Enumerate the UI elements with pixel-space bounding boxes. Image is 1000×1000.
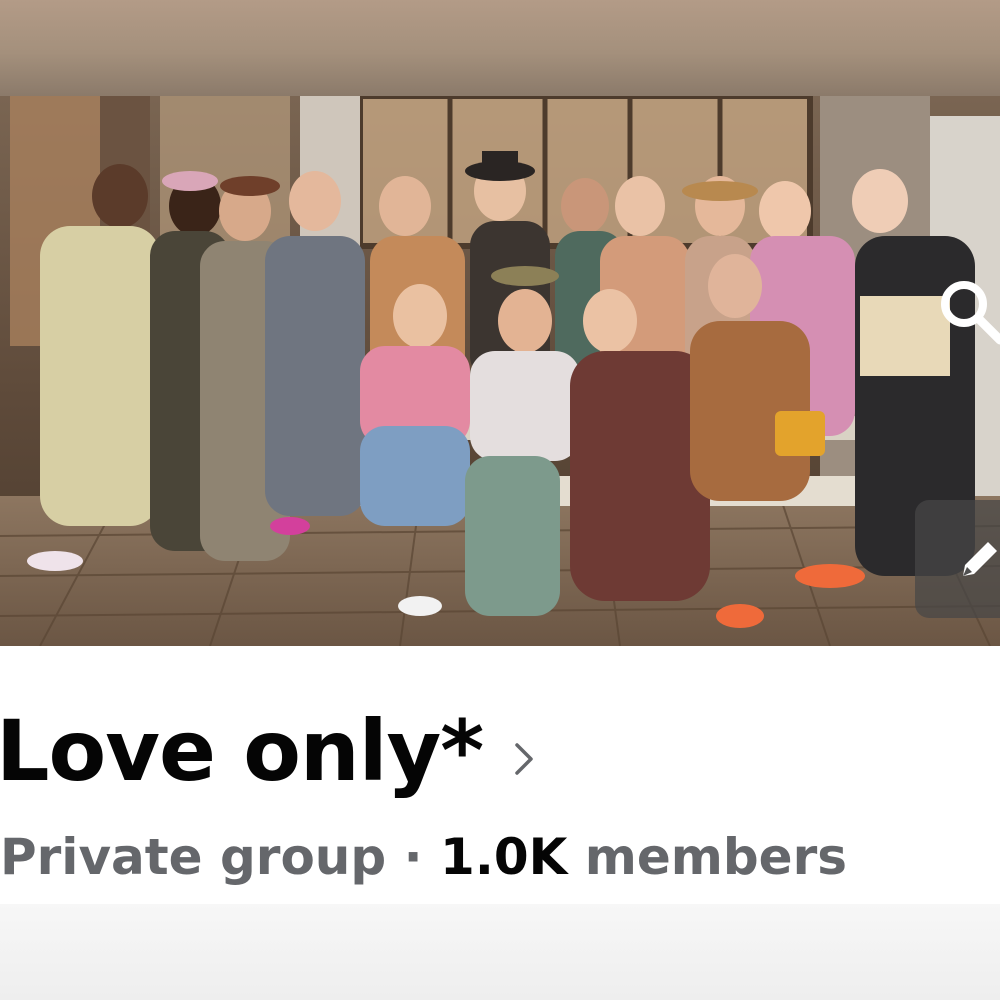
pencil-icon [963, 542, 997, 576]
members-label[interactable]: members [585, 828, 847, 886]
group-info: Love only* Private group · 1.0K members [0, 646, 1000, 904]
privacy-label: Private group [0, 828, 387, 886]
cover-photo[interactable] [0, 96, 1000, 646]
cover-photo-image [0, 96, 1000, 646]
chevron-right-icon [515, 743, 533, 775]
search-icon [941, 281, 1000, 345]
member-count[interactable]: 1.0K [440, 828, 567, 886]
bottom-strip [0, 904, 1000, 1000]
top-bar [0, 0, 1000, 96]
edit-cover-button[interactable] [915, 500, 1000, 618]
group-meta: Private group · 1.0K members [0, 828, 847, 886]
group-title-row[interactable]: Love only* [0, 696, 535, 806]
group-name: Love only* [0, 702, 484, 800]
separator-dot: · [403, 828, 423, 886]
search-button[interactable] [928, 266, 1000, 356]
